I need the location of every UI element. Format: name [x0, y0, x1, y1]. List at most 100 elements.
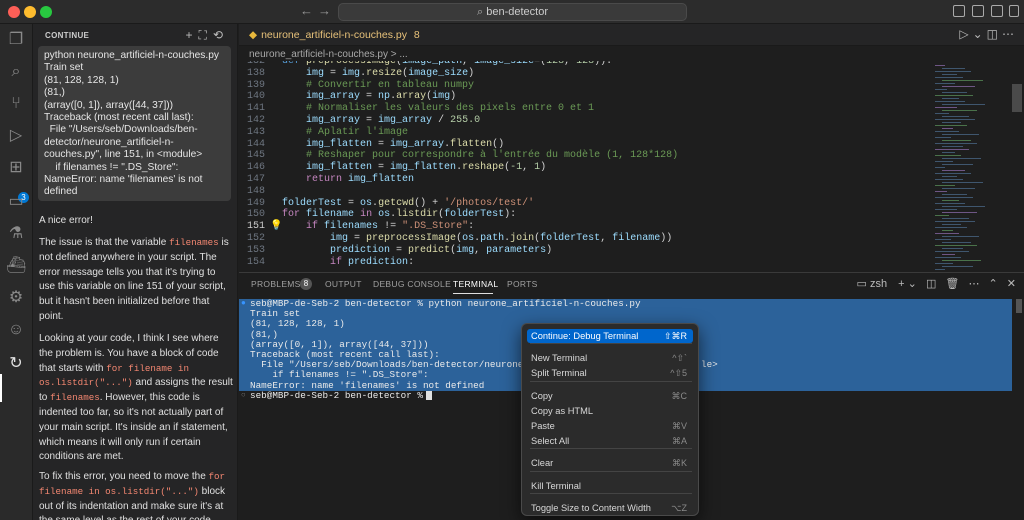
- history-icon[interactable]: ⟲: [213, 28, 229, 42]
- minimap-line: [942, 188, 975, 189]
- tab-output[interactable]: OUTPUT: [325, 279, 362, 289]
- menu-item-split-terminal[interactable]: Split Terminal ^⇧5: [527, 366, 693, 380]
- code-line[interactable]: 154 if prediction:: [239, 257, 929, 269]
- chat-panel-title: CONTINUE: [45, 31, 90, 40]
- code-editor[interactable]: 132 def preprocessImage(image_path, image…: [239, 61, 929, 272]
- code-line[interactable]: 146 img_flatten = img_flatten.reshape(-1…: [239, 162, 929, 174]
- terminal-text: seb@MBP-de-Seb-2 ben-detector % python n…: [250, 298, 641, 309]
- search-icon[interactable]: ⌕: [6, 62, 26, 82]
- code-line[interactable]: 147 return img_flatten: [239, 174, 929, 186]
- remote-explorer-icon[interactable]: ▭: [6, 192, 26, 212]
- source-control-icon[interactable]: ⑂: [6, 94, 26, 114]
- tab-problems[interactable]: PROBLEMS: [251, 279, 301, 289]
- continue-icon[interactable]: ↻: [6, 354, 26, 374]
- testing-icon[interactable]: ⚗: [6, 224, 26, 244]
- code-text: # Aplatir l'image: [306, 126, 409, 138]
- more-actions-icon[interactable]: ⋯: [968, 278, 979, 290]
- command-decoration-icon[interactable]: ●: [241, 299, 246, 309]
- code-line[interactable]: 139 # Convertir en tableau numpy: [239, 80, 929, 92]
- command-center-search[interactable]: ⌕ ben-detector: [338, 3, 687, 21]
- menu-item-copy[interactable]: Copy ⌘C: [527, 389, 693, 403]
- back-arrow-icon[interactable]: ←: [300, 3, 313, 18]
- line-number: 151: [246, 221, 265, 233]
- terminal-icon: ▭: [856, 278, 870, 290]
- chevron-down-icon[interactable]: ⌄: [908, 278, 917, 290]
- menu-item-new-terminal[interactable]: New Terminal ^⇧`: [527, 351, 693, 365]
- tab-ports[interactable]: PORTS: [507, 279, 538, 289]
- code-line[interactable]: 143 # Aplatir l'image: [239, 127, 929, 139]
- fullscreen-icon[interactable]: ⛶: [199, 28, 213, 42]
- minimap-line: [942, 158, 981, 159]
- menu-item-select-all[interactable]: Select All ⌘A: [527, 434, 693, 448]
- lightbulb-icon[interactable]: 💡: [270, 221, 282, 233]
- code-line[interactable]: 142 img_array = img_array / 255.0: [239, 115, 929, 127]
- minimap-line: [942, 176, 957, 177]
- minimap-line: [935, 137, 951, 138]
- menu-item-kill-terminal[interactable]: Kill Terminal: [527, 479, 693, 493]
- minimap[interactable]: [929, 59, 1009, 273]
- minimize-window-button[interactable]: [24, 6, 36, 18]
- code-line[interactable]: 148: [239, 186, 929, 198]
- customize-layout-icon[interactable]: [1009, 5, 1019, 17]
- trash-icon[interactable]: 🗑: [945, 278, 959, 290]
- code-line[interactable]: 145 # Reshaper pour correspondre à l'ent…: [239, 150, 929, 162]
- code-line[interactable]: 151 💡 if filenames != ".DS_Store":: [239, 221, 929, 233]
- code-line[interactable]: 144 img_flatten = img_array.flatten(): [239, 139, 929, 151]
- minimap-line: [942, 74, 957, 75]
- docker-icon[interactable]: ⛴: [6, 256, 26, 276]
- menu-separator: [530, 381, 692, 382]
- code-line[interactable]: 153 prediction = predict(img, parameters…: [239, 245, 929, 257]
- toggle-panel-icon[interactable]: [972, 5, 984, 17]
- zoom-window-button[interactable]: [40, 6, 52, 18]
- line-number: 139: [246, 79, 265, 91]
- menu-separator: [530, 343, 692, 344]
- menu-item-paste[interactable]: Paste ⌘V: [527, 419, 693, 433]
- code-line[interactable]: 141 # Normaliser les valeurs des pixels …: [239, 103, 929, 115]
- menu-item-clear[interactable]: Clear ⌘K: [527, 456, 693, 470]
- chevron-down-icon[interactable]: ⌄: [973, 27, 987, 41]
- forward-arrow-icon[interactable]: →: [318, 3, 331, 18]
- close-panel-icon[interactable]: ✕: [1007, 278, 1016, 290]
- maximize-panel-icon[interactable]: ⌃: [989, 278, 998, 290]
- settings-sync-icon[interactable]: ⚙: [6, 288, 26, 308]
- minimap-line: [935, 65, 945, 66]
- explorer-icon[interactable]: ❐: [6, 30, 26, 50]
- minimap-line: [935, 131, 959, 132]
- split-editor-icon[interactable]: ◫: [987, 27, 1002, 41]
- minimap-line: [942, 140, 971, 141]
- editor-scrollbar[interactable]: [1012, 84, 1022, 112]
- split-terminal-icon[interactable]: ◫: [926, 278, 936, 290]
- code-line[interactable]: 152 img = preprocessImage(os.path.join(f…: [239, 233, 929, 245]
- toggle-secondary-sidebar-icon[interactable]: [991, 5, 1003, 17]
- menu-item-toggle-size-to-content-width[interactable]: Toggle Size to Content Width ⌥Z: [527, 501, 693, 515]
- shell-label[interactable]: zsh: [870, 278, 887, 290]
- chat-header-actions: +⛶⟲: [186, 28, 229, 43]
- minimap-line: [935, 197, 973, 198]
- minimap-line: [942, 218, 969, 219]
- menu-item-copy-as-html[interactable]: Copy as HTML: [527, 404, 693, 418]
- minimap-line: [942, 248, 963, 249]
- terminal-scrollbar[interactable]: [1016, 299, 1022, 313]
- breadcrumb[interactable]: neurone_artificiel-n-couches.py > ...: [249, 49, 408, 60]
- line-number: 153: [246, 244, 265, 256]
- run-debug-icon[interactable]: ▷: [6, 126, 26, 146]
- run-icon[interactable]: ▷: [959, 27, 972, 41]
- code-line[interactable]: 149 folderTest = os.getcwd() + '/photos/t…: [239, 198, 929, 210]
- close-window-button[interactable]: [8, 6, 20, 18]
- new-terminal-icon[interactable]: +: [898, 278, 904, 290]
- code-line[interactable]: 140 img_array = np.array(img): [239, 91, 929, 103]
- code-line[interactable]: 138 img = img.resize(image_size): [239, 68, 929, 80]
- code-line[interactable]: 150 for filename in os.listdir(folderTest…: [239, 209, 929, 221]
- extensions-icon[interactable]: ⊞: [6, 158, 26, 178]
- new-session-icon[interactable]: +: [186, 28, 199, 42]
- more-actions-icon[interactable]: ⋯: [1002, 27, 1018, 41]
- tab-debug-console[interactable]: DEBUG CONSOLE: [373, 279, 451, 289]
- toggle-sidebar-icon[interactable]: [953, 5, 965, 17]
- copilot-icon[interactable]: ☺: [6, 320, 26, 340]
- tab-terminal[interactable]: TERMINAL: [453, 279, 498, 289]
- menu-item-continue-debug-terminal[interactable]: Continue: Debug Terminal ⇧⌘R: [527, 329, 693, 343]
- code-text: # Normaliser les valeurs des pixels entr…: [306, 103, 595, 115]
- minimap-line: [942, 134, 979, 135]
- command-decoration-icon[interactable]: ○: [241, 391, 246, 401]
- tab-neurone-artificiel[interactable]: ◆ neurone_artificiel-n-couches.py 8: [249, 24, 420, 46]
